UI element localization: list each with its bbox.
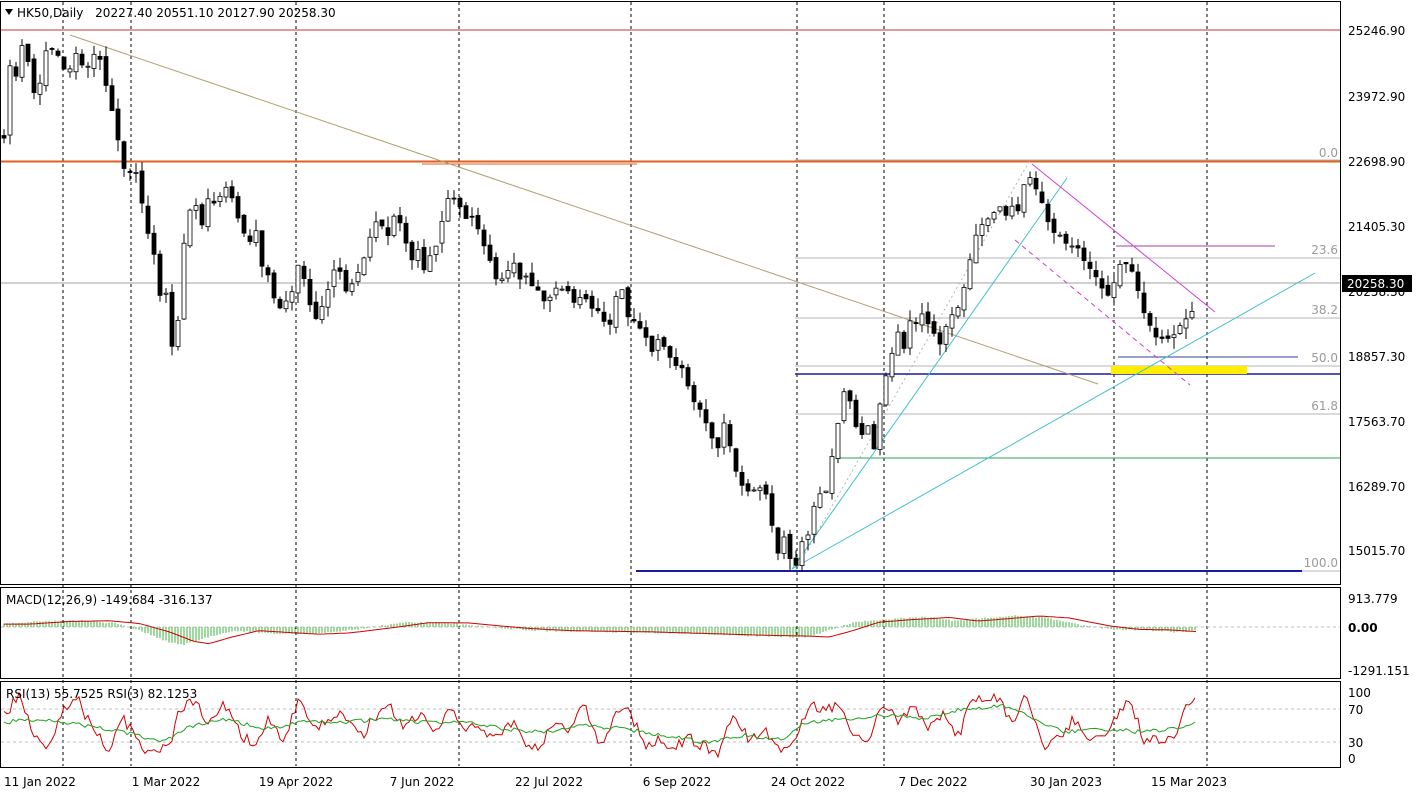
x-tick-label: 24 Oct 2022 — [771, 775, 845, 789]
candle — [61, 56, 67, 70]
fib-label-100: 100.0 — [1304, 556, 1338, 570]
main-price-panel[interactable] — [0, 1, 1341, 585]
price-tick-label: 17563.70 — [1348, 415, 1405, 429]
candle — [1117, 260, 1123, 289]
macd-tick-label: 0.00 — [1348, 621, 1378, 635]
candle — [169, 284, 175, 356]
x-tick-label: 1 Mar 2022 — [132, 775, 200, 789]
fib-label-50: 50.0 — [1311, 351, 1338, 365]
candle — [361, 256, 367, 277]
candle — [235, 191, 241, 223]
ohlc-values: 20227.40 20551.10 20127.90 20258.30 — [95, 6, 335, 20]
macd-tick-label: 913.779 — [1348, 592, 1398, 606]
x-tick-label: 15 Mar 2023 — [1151, 775, 1227, 789]
candle — [31, 54, 37, 100]
candle — [883, 372, 889, 407]
candle — [19, 39, 25, 83]
candle — [841, 387, 847, 424]
x-tick-label: 19 Apr 2022 — [259, 775, 333, 789]
rsi-tick-label: 30 — [1348, 736, 1363, 750]
candle — [871, 420, 877, 450]
fib-label-38-2: 38.2 — [1311, 303, 1338, 317]
fib-label-0: 0.0 — [1319, 146, 1338, 160]
current-price-label: 20258.30 — [1347, 277, 1404, 291]
candle — [835, 422, 841, 464]
candle — [877, 402, 883, 456]
price-tick-label: 23972.90 — [1348, 90, 1405, 104]
candle — [7, 59, 13, 145]
x-tick-label: 7 Dec 2022 — [898, 775, 967, 789]
price-tick-label: 21405.30 — [1348, 220, 1405, 234]
candle — [187, 208, 193, 248]
price-tick-label: 22698.90 — [1348, 155, 1405, 169]
candle — [391, 213, 397, 238]
candle — [157, 250, 163, 302]
fib-label-23-6: 23.6 — [1311, 243, 1338, 257]
candle — [181, 233, 187, 320]
macd-tick-label: -1291.151 — [1348, 664, 1410, 678]
candle — [1021, 184, 1027, 218]
symbol-label: HK50,Daily — [17, 6, 83, 20]
candle — [175, 315, 181, 351]
x-tick-label: 22 Jul 2022 — [515, 775, 583, 789]
price-tick-label: 15015.70 — [1348, 544, 1405, 558]
yellow-support-zone[interactable] — [1111, 366, 1247, 374]
svg-text:HK50,Daily 20227.40 20551.: HK50,Daily 20227.40 20551.10 20127.90 20… — [17, 6, 336, 20]
rsi-title: RSI(13) 55.7525 RSI(3) 82.1253 — [6, 687, 197, 701]
price-tick-label: 16289.70 — [1348, 480, 1405, 494]
candle — [865, 425, 871, 435]
x-tick-label: 6 Sep 2022 — [643, 775, 711, 789]
candle — [613, 291, 619, 334]
candle — [199, 202, 205, 230]
rsi-tick-label: 70 — [1348, 703, 1363, 717]
rsi-tick-label: 0 — [1348, 752, 1356, 766]
candle — [829, 448, 835, 500]
fib-label-61-8: 61.8 — [1311, 399, 1338, 413]
price-axis[interactable]: 25246.90 23972.90 22698.90 21405.30 2025… — [1342, 24, 1412, 558]
macd-title: MACD(12,26,9) -149.684 -316.137 — [6, 593, 213, 607]
chart-window[interactable]: 0.0 23.6 38.2 50.0 61.8 100.0 HK50,Daily… — [0, 0, 1421, 795]
candle — [685, 363, 691, 390]
rsi-tick-label: 100 — [1348, 686, 1371, 700]
price-tick-label: 18857.30 — [1348, 350, 1405, 364]
price-tick-label: 25246.90 — [1348, 24, 1405, 38]
candle — [619, 289, 625, 300]
x-tick-label: 7 Jun 2022 — [390, 775, 455, 789]
time-axis[interactable]: 11 Jan 2022 1 Mar 2022 19 Apr 2022 7 Jun 20… — [4, 775, 1227, 789]
x-tick-label: 30 Jan 2023 — [1030, 775, 1102, 789]
x-tick-label: 11 Jan 2022 — [4, 775, 76, 789]
